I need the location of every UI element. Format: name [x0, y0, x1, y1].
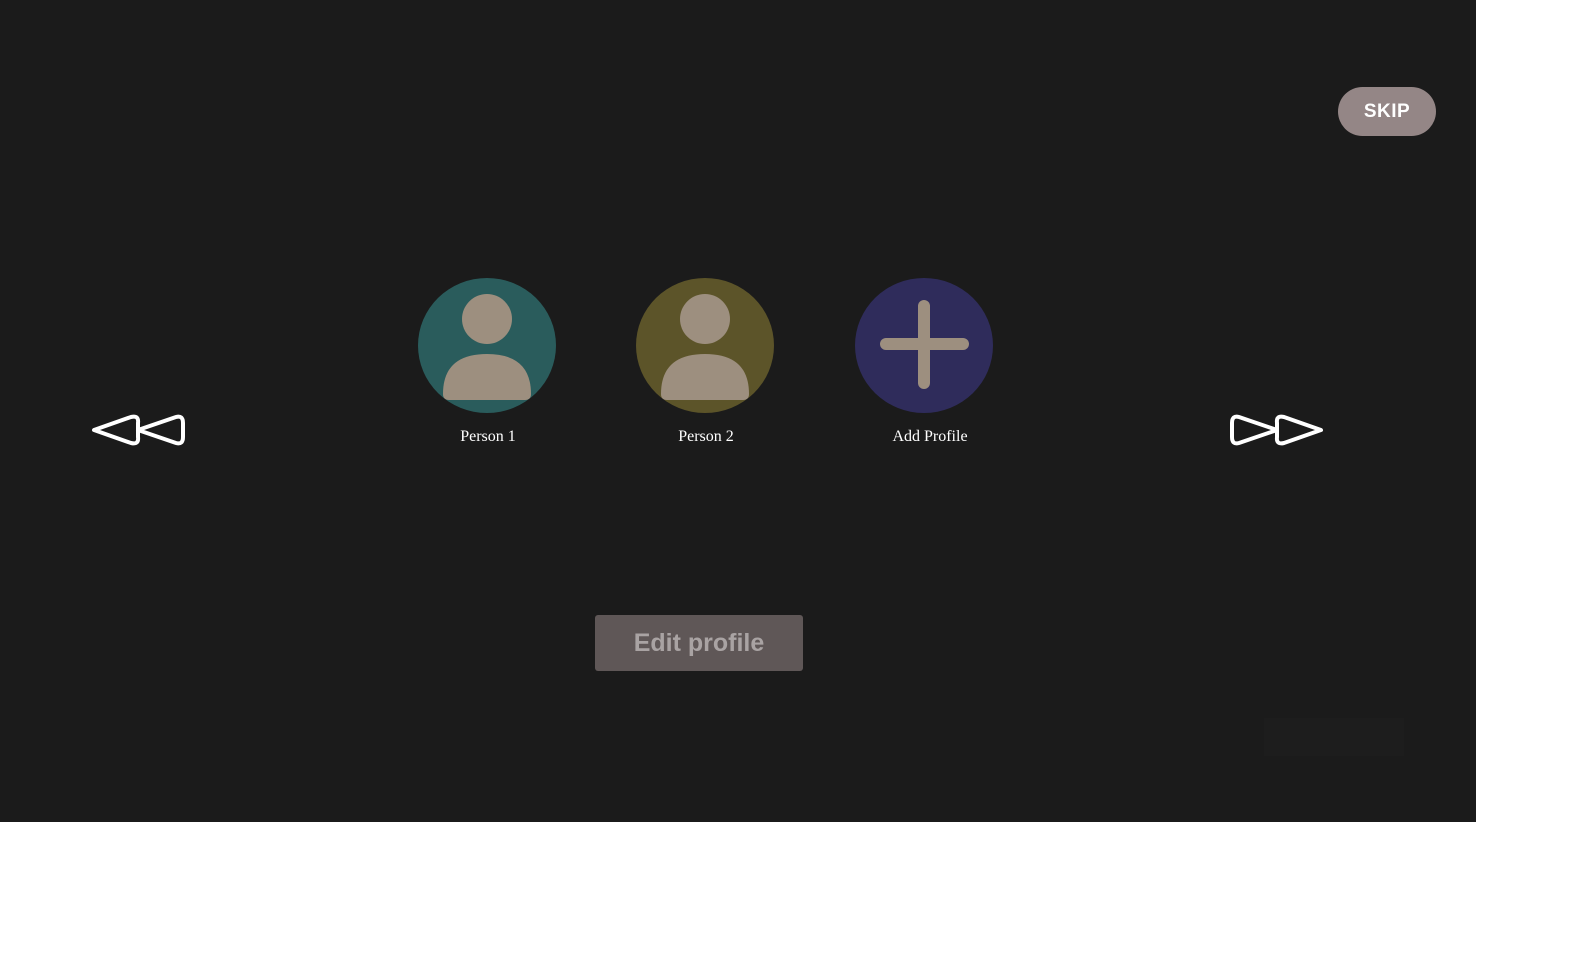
edit-profile-button[interactable]: Edit profile — [595, 615, 803, 671]
profile-person-2[interactable]: Person 2 — [636, 278, 776, 445]
double-chevron-right-icon[interactable] — [1229, 410, 1324, 450]
double-chevron-left-icon[interactable] — [91, 410, 186, 450]
person-icon — [661, 294, 749, 400]
avatar — [636, 278, 774, 413]
avatar — [855, 278, 993, 413]
plus-icon — [880, 300, 969, 389]
profile-label: Person 2 — [678, 428, 734, 445]
profile-label: Person 1 — [460, 428, 516, 445]
avatar — [418, 278, 556, 413]
person-icon — [443, 294, 531, 400]
profile-selection-screen: SKIP Person 1 Person 2 Add Profile Edit … — [0, 0, 1476, 822]
profile-label: Add Profile — [892, 428, 968, 445]
faint-panel — [1264, 718, 1404, 756]
skip-button[interactable]: SKIP — [1338, 87, 1436, 136]
profile-person-1[interactable]: Person 1 — [418, 278, 558, 445]
add-profile-button[interactable]: Add Profile — [855, 278, 995, 445]
